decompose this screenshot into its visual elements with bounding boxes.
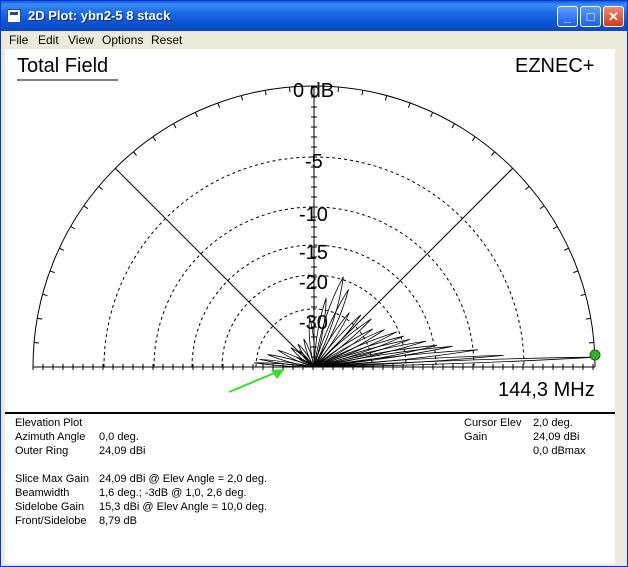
arc-tick — [37, 317, 43, 320]
arc-tick — [580, 293, 586, 297]
arc-tick — [563, 247, 569, 251]
arc-tick — [70, 226, 76, 230]
gain-value: 24,09 dBi — [533, 431, 580, 443]
arc-tick — [49, 270, 55, 274]
polar-plot-area[interactable]: Total Field EZNEC+ 144,3 MHz 0 dB -5 -10… — [5, 49, 615, 412]
azimuth-label: Azimuth Angle — [15, 431, 86, 443]
radial-line-left — [114, 167, 315, 368]
menu-reset[interactable]: Reset — [151, 33, 182, 47]
arc-tick — [491, 151, 496, 156]
cursor-marker[interactable] — [589, 349, 601, 361]
arc-tick — [83, 205, 89, 210]
minimize-button[interactable]: _ — [557, 6, 578, 27]
arc-tick — [552, 226, 558, 230]
ring-label-20: -20 — [299, 272, 328, 294]
menu-options[interactable]: Options — [102, 33, 143, 47]
arc-tick — [539, 205, 545, 210]
ring-label-10: -10 — [299, 204, 328, 226]
arc-tick — [264, 90, 267, 96]
cursor-elev-value: 2,0 deg. — [533, 417, 573, 429]
arc-tick — [59, 247, 65, 251]
title-bar[interactable]: 2D Plot: ybn2-5 8 stack _ □ ✕ — [1, 1, 627, 31]
arc-tick — [451, 123, 455, 129]
azimuth-value: 0,0 deg. — [99, 431, 139, 443]
menu-bar: File Edit View Options Reset — [1, 31, 627, 49]
cursor-arrow — [228, 371, 278, 393]
info-panel: Elevation Plot Azimuth Angle 0,0 deg. Ou… — [5, 414, 615, 564]
arc-tick — [132, 151, 137, 156]
arc-tick — [217, 102, 221, 108]
front-sidelobe-value: 8,79 dB — [99, 515, 137, 527]
arc-tick — [508, 167, 514, 173]
beamwidth-label: Beamwidth — [15, 487, 70, 499]
frequency-label: 144,3 MHz — [498, 379, 595, 401]
arc-tick — [407, 102, 411, 108]
menu-file[interactable]: File — [9, 33, 28, 47]
plot-window: 2D Plot: ybn2-5 8 stack _ □ ✕ File Edit … — [0, 0, 628, 567]
beamwidth-value: 1,6 deg.; -3dB @ 1,0, 2,6 deg. — [99, 487, 247, 499]
slice-max-label: Slice Max Gain — [15, 473, 89, 485]
arc-tick — [152, 136, 157, 142]
dbmax-value: 0,0 dBmax — [533, 445, 586, 457]
arc-tick — [240, 95, 244, 101]
app-icon — [7, 9, 21, 23]
plot-title: Total Field — [17, 55, 108, 77]
menu-edit[interactable]: Edit — [38, 33, 59, 47]
ring-label-15: -15 — [299, 242, 328, 264]
window-title: 2D Plot: ybn2-5 8 stack — [28, 8, 171, 23]
arc-tick — [585, 317, 591, 320]
arc-tick — [573, 270, 579, 274]
outer-ring-value: 24,09 dBi — [99, 445, 146, 457]
arc-tick — [114, 167, 120, 173]
arc-tick — [384, 95, 388, 101]
arc-tick — [98, 185, 103, 190]
arc-tick — [430, 112, 434, 118]
sidelobe-value: 15,3 dBi @ Elev Angle = 10,0 deg. — [99, 501, 268, 513]
cursor-elev-label: Cursor Elev — [464, 417, 522, 429]
menu-view[interactable]: View — [68, 33, 94, 47]
brand-label: EZNEC+ — [515, 55, 594, 77]
outer-ring-label: Outer Ring — [15, 445, 69, 457]
arc-tick — [173, 123, 177, 129]
arc-tick — [471, 136, 476, 142]
slice-max-value: 24,09 dBi @ Elev Angle = 2,0 deg. — [99, 473, 268, 485]
arc-tick — [525, 185, 530, 190]
window-right-frame — [615, 49, 627, 564]
arc-tick — [42, 293, 48, 297]
front-sidelobe-label: Front/Sidelobe — [15, 515, 87, 527]
close-button[interactable]: ✕ — [603, 6, 624, 27]
arc-tick — [194, 112, 198, 118]
ring-label-30: -30 — [299, 312, 328, 334]
maximize-button[interactable]: □ — [580, 6, 601, 27]
ring-label-5: -5 — [305, 151, 323, 173]
gain-label: Gain — [464, 431, 488, 443]
plot-type: Elevation Plot — [15, 417, 83, 429]
arc-tick — [361, 90, 364, 96]
sidelobe-label: Sidelobe Gain — [15, 501, 85, 513]
polar-plot[interactable]: Total Field EZNEC+ 144,3 MHz 0 dB -5 -10… — [5, 49, 615, 412]
ring-label-0db: 0 dB — [293, 80, 334, 102]
